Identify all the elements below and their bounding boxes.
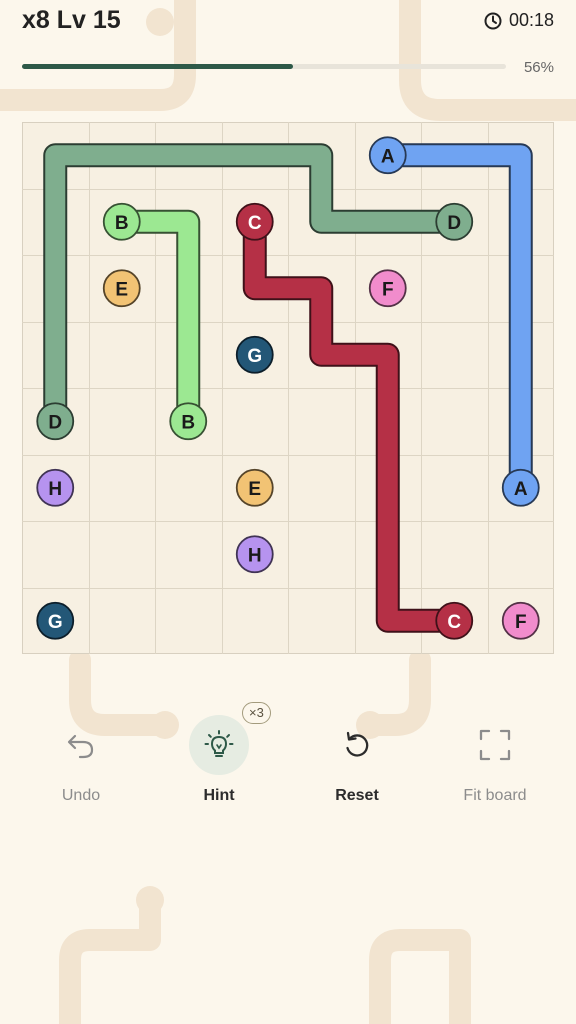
- timer-text: 00:18: [508, 10, 554, 30]
- progress-percent: 56%: [523, 59, 554, 76]
- dot-letter: C: [248, 213, 262, 234]
- dot-letter: G: [247, 346, 262, 367]
- hint-label: Hint: [203, 787, 235, 804]
- dot-a[interactable]: A: [501, 468, 540, 507]
- dot-h[interactable]: H: [235, 535, 274, 574]
- dot-f[interactable]: F: [368, 269, 407, 308]
- dot-letter: B: [181, 412, 195, 433]
- lightbulb-icon: [189, 715, 249, 775]
- fit-board-icon: [465, 715, 525, 775]
- dot-b[interactable]: B: [102, 202, 141, 241]
- reset-icon: [327, 715, 387, 775]
- dot-letter: H: [48, 479, 62, 500]
- hint-count-badge: ×3: [242, 702, 271, 724]
- toolbar: Undo ×3 Hint Reset Fit board: [0, 700, 576, 820]
- dot-e[interactable]: E: [102, 269, 141, 308]
- undo-icon: [51, 715, 111, 775]
- dot-letter: G: [48, 612, 63, 633]
- dot-letter: D: [447, 213, 461, 234]
- dot-letter: E: [115, 279, 128, 300]
- dot-e[interactable]: E: [235, 468, 274, 507]
- dot-d[interactable]: D: [435, 202, 474, 241]
- dot-letter: H: [248, 545, 262, 566]
- dot-letter: C: [447, 612, 461, 633]
- header: x8 Lv 15 00:18 56%: [0, 0, 576, 90]
- dot-c[interactable]: C: [235, 202, 274, 241]
- dot-c[interactable]: C: [435, 601, 474, 640]
- level-title: x8 Lv 15: [22, 6, 121, 34]
- reset-button[interactable]: Reset: [288, 700, 426, 820]
- progress-fill: [22, 64, 294, 69]
- reset-label: Reset: [335, 787, 379, 804]
- dot-d[interactable]: D: [36, 402, 75, 441]
- dot-letter: A: [381, 146, 395, 167]
- dot-letter: D: [48, 412, 62, 433]
- dot-a[interactable]: A: [368, 136, 407, 175]
- game-board[interactable]: A A B B C C D D E E F F G G H H: [22, 122, 554, 654]
- dot-g[interactable]: G: [36, 601, 75, 640]
- dot-letter: F: [382, 279, 394, 300]
- dot-h[interactable]: H: [36, 468, 75, 507]
- hint-button[interactable]: ×3 Hint: [150, 700, 288, 820]
- dot-letter: A: [514, 479, 528, 500]
- undo-label: Undo: [61, 787, 101, 804]
- dot-f[interactable]: F: [501, 601, 540, 640]
- dot-letter: B: [115, 213, 129, 234]
- fit-board-label: Fit board: [463, 787, 527, 804]
- dot-letter: F: [515, 612, 527, 633]
- dot-b[interactable]: B: [169, 402, 208, 441]
- fit-board-button[interactable]: Fit board: [426, 700, 564, 820]
- dot-letter: E: [248, 479, 261, 500]
- progress-bar: [22, 64, 506, 69]
- dot-g[interactable]: G: [235, 335, 274, 374]
- timer: 00:18: [483, 10, 554, 31]
- undo-button[interactable]: Undo: [12, 700, 150, 820]
- clock-icon: [484, 12, 502, 29]
